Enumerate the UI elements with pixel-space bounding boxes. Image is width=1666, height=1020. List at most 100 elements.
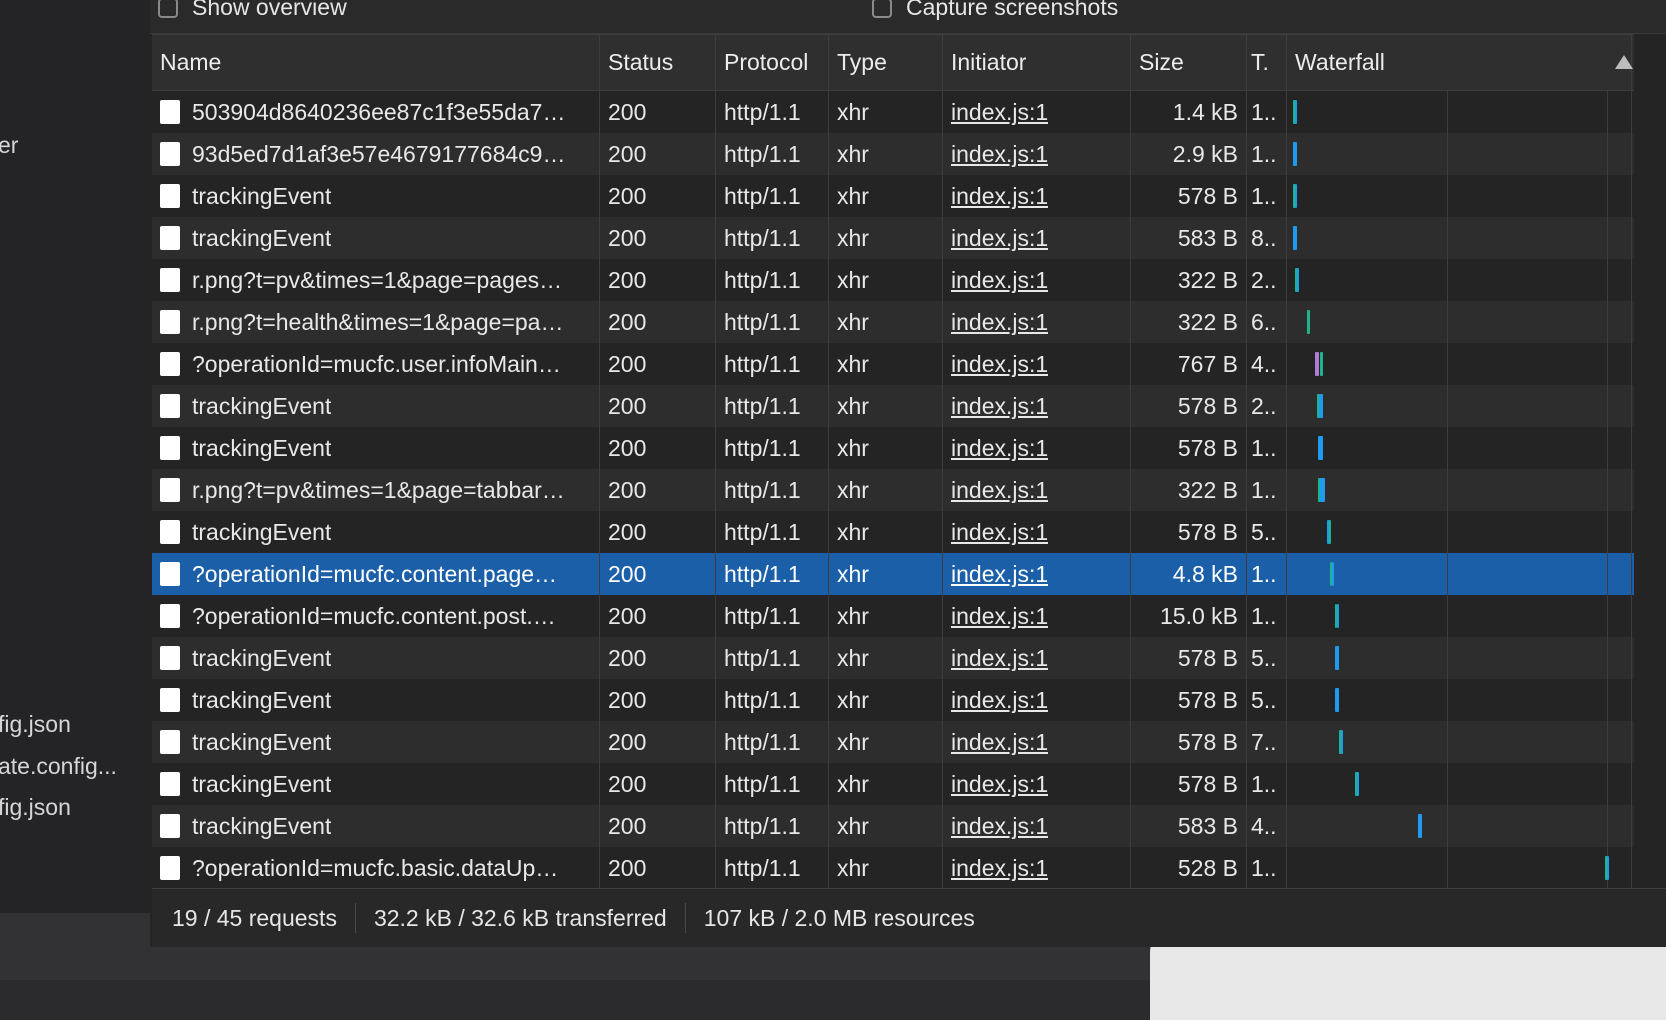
initiator-link[interactable]: index.js:1 [951,225,1048,252]
cell-time: 2.. [1247,259,1287,301]
column-header-size[interactable]: Size [1131,35,1247,90]
cell-waterfall [1287,301,1632,343]
cell-name[interactable]: trackingEvent [152,511,600,553]
waterfall-gridline [1607,763,1608,805]
initiator-link[interactable]: index.js:1 [951,351,1048,378]
sidebar-item[interactable]: fig.json [0,711,71,738]
sidebar-item[interactable]: er [0,132,18,159]
initiator-link[interactable]: index.js:1 [951,855,1048,882]
left-sidebar: er fig.json ate.config... fig.json [0,0,150,913]
cell-name[interactable]: trackingEvent [152,721,600,763]
table-row[interactable]: ?operationId=mucfc.basic.dataUp… 200 http/… [152,847,1634,889]
sidebar-item[interactable]: ate.config... [0,753,117,780]
cell-status: 200 [600,301,716,343]
cell-protocol: http/1.1 [716,217,829,259]
document-icon [160,646,180,670]
cell-type: xhr [829,469,943,511]
capture-screenshots-option[interactable]: Capture screenshots [872,0,1118,21]
table-row[interactable]: trackingEvent 200 http/1.1 xhr index.js:1 578… [152,511,1634,553]
sidebar-item[interactable]: fig.json [0,794,71,821]
table-row[interactable]: trackingEvent 200 http/1.1 xhr index.js:1 578… [152,763,1634,805]
initiator-link[interactable]: index.js:1 [951,267,1048,294]
cell-name[interactable]: trackingEvent [152,679,600,721]
table-row[interactable]: trackingEvent 200 http/1.1 xhr index.js:1 583… [152,805,1634,847]
cell-name[interactable]: trackingEvent [152,385,600,427]
table-row[interactable]: r.png?t=pv&times=1&page=pages… 200 http/1.… [152,259,1634,301]
waterfall-bar [1335,646,1339,670]
show-overview-checkbox[interactable] [158,0,178,18]
cell-name[interactable]: r.png?t=health&times=1&page=pa… [152,301,600,343]
table-row[interactable]: trackingEvent 200 http/1.1 xhr index.js:1 583… [152,217,1634,259]
initiator-link[interactable]: index.js:1 [951,183,1048,210]
cell-protocol: http/1.1 [716,469,829,511]
cell-name[interactable]: r.png?t=pv&times=1&page=tabbar… [152,469,600,511]
cell-size: 322 B [1131,259,1247,301]
table-row[interactable]: ?operationId=mucfc.content.post.… 200 http… [152,595,1634,637]
cell-name[interactable]: 93d5ed7d1af3e57e4679177684c9… [152,133,600,175]
show-overview-option[interactable]: Show overview [158,0,347,21]
initiator-link[interactable]: index.js:1 [951,393,1048,420]
initiator-link[interactable]: index.js:1 [951,477,1048,504]
type-value: xhr [837,518,869,545]
cell-name[interactable]: ?operationId=mucfc.basic.dataUp… [152,847,600,889]
cell-name[interactable]: trackingEvent [152,175,600,217]
table-row[interactable]: r.png?t=health&times=1&page=pa… 200 http/1… [152,301,1634,343]
column-header-time[interactable]: T. [1247,35,1287,90]
cell-name[interactable]: ?operationId=mucfc.content.post.… [152,595,600,637]
initiator-link[interactable]: index.js:1 [951,771,1048,798]
cell-name[interactable]: trackingEvent [152,637,600,679]
cell-name[interactable]: trackingEvent [152,217,600,259]
cell-name[interactable]: trackingEvent [152,763,600,805]
table-row[interactable]: ?operationId=mucfc.user.infoMain… 200 http… [152,343,1634,385]
protocol-value: http/1.1 [724,308,801,335]
table-row[interactable]: 93d5ed7d1af3e57e4679177684c9… 200 http/1.1… [152,133,1634,175]
cell-waterfall [1287,721,1632,763]
protocol-value: http/1.1 [724,644,801,671]
table-row[interactable]: trackingEvent 200 http/1.1 xhr index.js:1 578… [152,721,1634,763]
initiator-link[interactable]: index.js:1 [951,561,1048,588]
cell-name[interactable]: trackingEvent [152,427,600,469]
cell-waterfall [1287,259,1632,301]
request-name: ?operationId=mucfc.content.page… [192,560,558,587]
type-value: xhr [837,770,869,797]
cell-name[interactable]: ?operationId=mucfc.user.infoMain… [152,343,600,385]
column-header-initiator[interactable]: Initiator [943,35,1131,90]
initiator-link[interactable]: index.js:1 [951,645,1048,672]
document-icon [160,772,180,796]
table-row[interactable]: trackingEvent 200 http/1.1 xhr index.js:1 578… [152,427,1634,469]
capture-screenshots-checkbox[interactable] [872,0,892,18]
cell-initiator: index.js:1 [943,301,1131,343]
column-header-protocol[interactable]: Protocol [716,35,829,90]
initiator-link[interactable]: index.js:1 [951,519,1048,546]
table-row[interactable]: trackingEvent 200 http/1.1 xhr index.js:1 578… [152,637,1634,679]
cell-status: 200 [600,805,716,847]
initiator-link[interactable]: index.js:1 [951,99,1048,126]
table-row[interactable]: r.png?t=pv&times=1&page=tabbar… 200 http/1… [152,469,1634,511]
waterfall-bar [1319,394,1323,418]
initiator-link[interactable]: index.js:1 [951,603,1048,630]
time-value: 1.. [1251,560,1277,587]
column-header-status[interactable]: Status [600,35,716,90]
cell-name[interactable]: 503904d8640236ee87c1f3e55da7… [152,91,600,133]
cell-name[interactable]: r.png?t=pv&times=1&page=pages… [152,259,600,301]
cell-name[interactable]: ?operationId=mucfc.content.page… [152,553,600,595]
initiator-link[interactable]: index.js:1 [951,813,1048,840]
initiator-link[interactable]: index.js:1 [951,687,1048,714]
request-name: trackingEvent [192,644,332,671]
initiator-link[interactable]: index.js:1 [951,309,1048,336]
initiator-link[interactable]: index.js:1 [951,141,1048,168]
cell-protocol: http/1.1 [716,721,829,763]
table-row[interactable]: trackingEvent 200 http/1.1 xhr index.js:1 578… [152,679,1634,721]
initiator-link[interactable]: index.js:1 [951,729,1048,756]
table-row[interactable]: trackingEvent 200 http/1.1 xhr index.js:1 578… [152,385,1634,427]
column-header-waterfall[interactable]: Waterfall [1287,35,1633,90]
request-name: ?operationId=mucfc.content.post.… [192,602,556,629]
table-row[interactable]: ?operationId=mucfc.content.page… 200 http/… [152,553,1634,595]
column-header-type[interactable]: Type [829,35,943,90]
table-row[interactable]: 503904d8640236ee87c1f3e55da7… 200 http/1.1… [152,91,1634,133]
table-row[interactable]: trackingEvent 200 http/1.1 xhr index.js:1 578… [152,175,1634,217]
column-header-name[interactable]: Name [152,35,600,90]
sort-ascending-icon[interactable] [1615,55,1633,69]
initiator-link[interactable]: index.js:1 [951,435,1048,462]
cell-name[interactable]: trackingEvent [152,805,600,847]
